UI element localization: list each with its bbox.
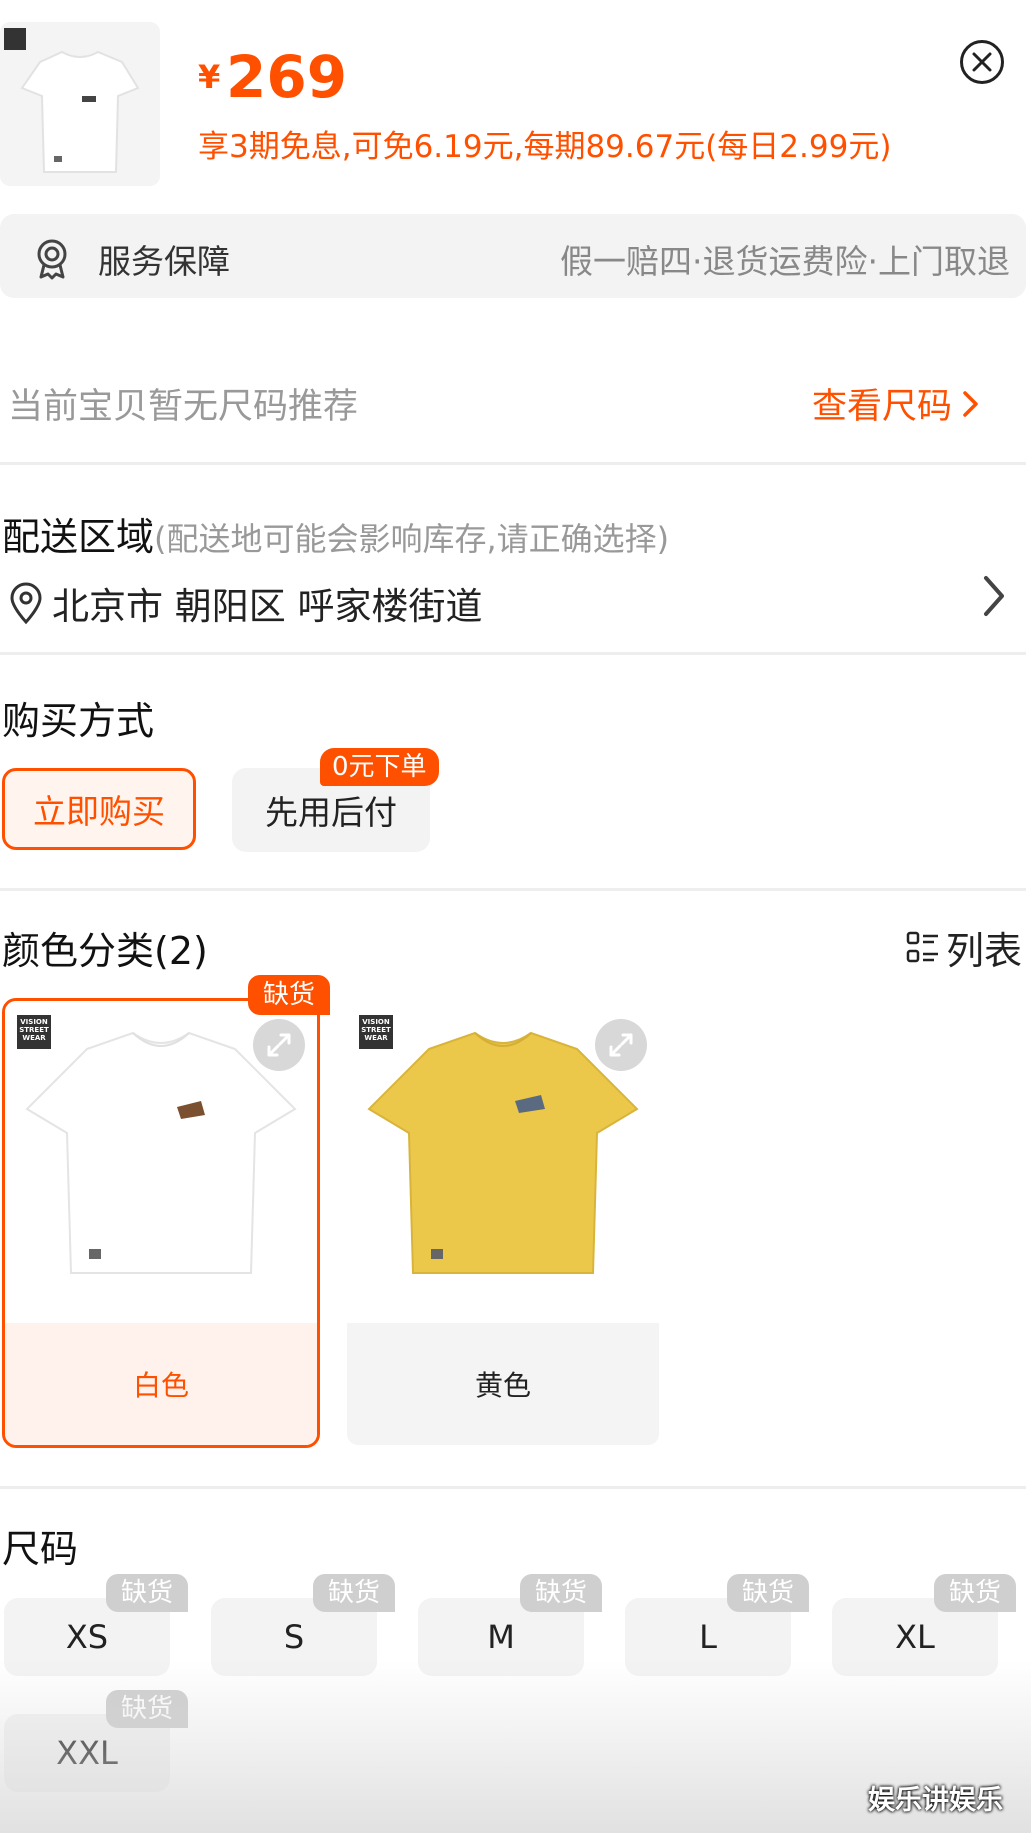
brand-logo-text: VISION STREET WEAR <box>361 1018 391 1042</box>
size-section-title: 尺码 <box>2 1527 79 1571</box>
list-view-icon <box>906 931 938 962</box>
brand-logo: VISION STREET WEAR <box>17 1015 51 1049</box>
size-recommend-text: 当前宝贝暂无尺码推荐 <box>8 387 359 427</box>
color-option-label: 白色 <box>5 1323 317 1445</box>
delivery-address-text: 北京市 朝阳区 呼家楼街道 <box>52 585 483 628</box>
buy-now-option[interactable]: 立即购买 <box>2 768 196 850</box>
purchase-method-title: 购买方式 <box>2 699 155 743</box>
color-option-image: VISION STREET WEAR <box>347 1001 659 1323</box>
out-of-stock-badge: 缺货 <box>727 1574 809 1612</box>
close-button[interactable] <box>960 40 1004 84</box>
chevron-right-icon <box>963 390 978 417</box>
delivery-address[interactable]: 北京市 朝阳区 呼家楼街道 <box>8 576 483 630</box>
color-option-label: 黄色 <box>347 1323 659 1445</box>
product-price: 269 <box>226 43 348 111</box>
color-option-white[interactable]: VISION STREET WEAR 白色 <box>2 998 320 1448</box>
chevron-right-icon <box>984 576 1004 616</box>
close-icon <box>972 52 992 72</box>
expand-icon <box>267 1033 291 1057</box>
divider <box>0 652 1026 655</box>
brand-logo: VISION STREET WEAR <box>359 1015 393 1049</box>
tshirt-thumbnail-image <box>4 28 140 173</box>
out-of-stock-badge: 缺货 <box>106 1690 188 1728</box>
out-of-stock-badge: 缺货 <box>520 1574 602 1612</box>
service-label: 服务保障 <box>98 242 230 281</box>
out-of-stock-badge: 缺货 <box>248 975 330 1015</box>
pay-later-badge: 0元下单 <box>320 748 439 786</box>
watermark: 娱乐讲娱乐 <box>868 1785 1003 1816</box>
view-size-link[interactable]: 查看尺码 <box>812 378 982 429</box>
color-section-title: 颜色分类(2) <box>2 929 208 973</box>
color-option-yellow[interactable]: VISION STREET WEAR 黄色 <box>344 998 662 1448</box>
delivery-title-label: 配送区域 <box>2 515 155 559</box>
divider <box>0 1486 1026 1489</box>
out-of-stock-badge: 缺货 <box>934 1574 1016 1612</box>
out-of-stock-badge: 缺货 <box>313 1574 395 1612</box>
view-size-label: 查看尺码 <box>812 387 953 427</box>
list-view-label: 列表 <box>946 929 1023 973</box>
list-view-toggle[interactable]: 列表 <box>906 920 1022 975</box>
location-pin-icon <box>10 582 42 625</box>
delivery-title: 配送区域(配送地可能会影响库存,请正确选择) <box>2 506 669 561</box>
badge-icon <box>37 239 67 280</box>
service-guarantee-bar[interactable]: 服务保障 假一赔四·退货运费险·上门取退 <box>0 214 1026 298</box>
installment-info: 享3期免息,可免6.19元,每期89.67元(每日2.99元) <box>198 129 892 165</box>
brand-logo-text: VISION STREET WEAR <box>19 1018 49 1042</box>
divider <box>0 888 1026 891</box>
out-of-stock-badge: 缺货 <box>106 1574 188 1612</box>
delivery-hint: (配送地可能会影响库存,请正确选择) <box>154 520 670 558</box>
price-currency: ¥ <box>198 58 221 96</box>
expand-icon <box>609 1033 633 1057</box>
divider <box>0 462 1026 465</box>
color-option-image: VISION STREET WEAR <box>5 1001 317 1323</box>
product-thumbnail[interactable] <box>0 22 160 186</box>
zoom-button[interactable] <box>253 1019 305 1071</box>
service-value: 假一赔四·退货运费险·上门取退 <box>560 242 1010 281</box>
zoom-button[interactable] <box>595 1019 647 1071</box>
delivery-chevron[interactable] <box>980 570 1008 626</box>
